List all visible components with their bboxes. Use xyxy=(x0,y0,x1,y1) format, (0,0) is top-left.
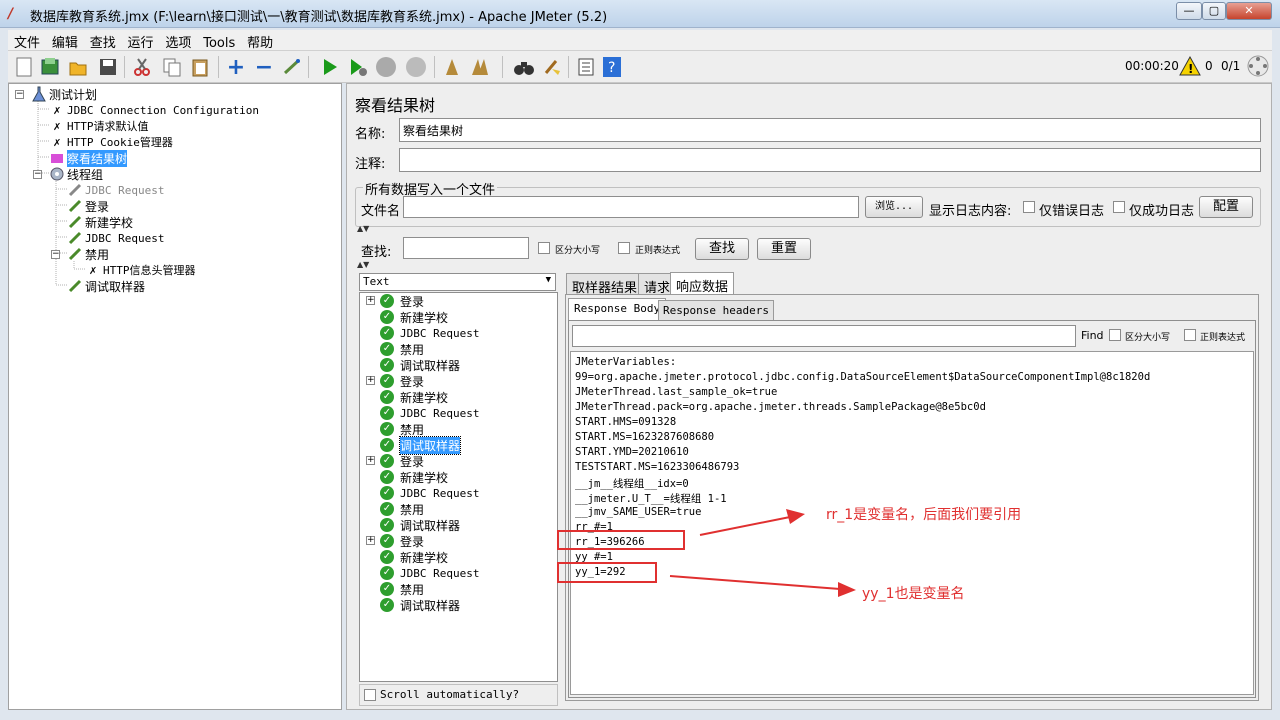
arrow-yy-head xyxy=(838,582,856,597)
annotation-arrows xyxy=(669,509,856,597)
arrow-rr-head xyxy=(786,509,805,524)
arrow-yy-line xyxy=(669,575,841,590)
annotation-rr-text: rr_1是变量名，后面我们要引用 xyxy=(826,507,1022,523)
annotation-yy-text: yy_1也是变量名 xyxy=(862,586,965,602)
arrow-rr-line xyxy=(699,516,791,536)
